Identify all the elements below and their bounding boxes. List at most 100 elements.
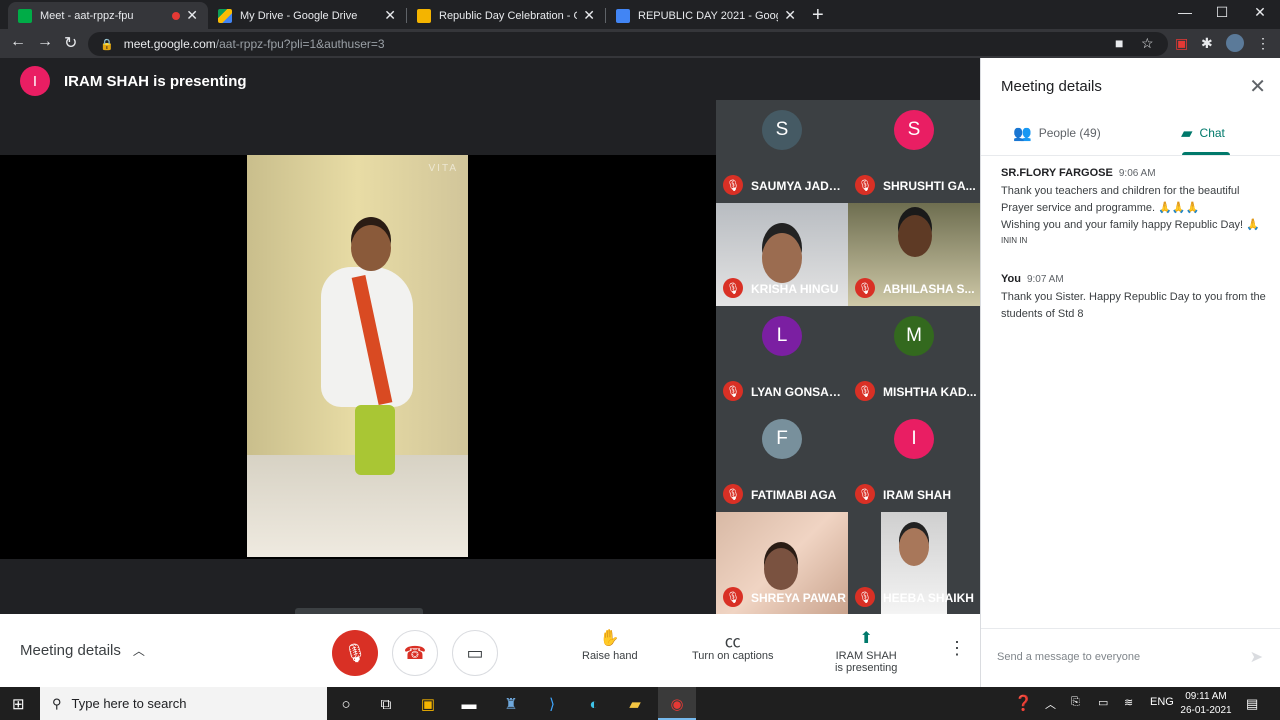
tab-slides[interactable]: Republic Day Celebration - Goog ✕ — [407, 2, 605, 29]
file-explorer-icon[interactable]: ▰ — [625, 694, 645, 714]
chat-message: You 9:07 AM Thank you Sister. Happy Repub… — [1001, 273, 1266, 323]
browser-tab-strip: Meet - aat-rppz-fpu ✕ My Drive - Google … — [0, 0, 1280, 29]
close-panel-icon[interactable]: ✕ — [1249, 74, 1266, 99]
participant-tile[interactable]: F 🎙 FATIMABI AGA — [716, 409, 848, 512]
message-text: Thank you teachers and children for the … — [1001, 185, 1240, 197]
end-call-icon: ☎ — [403, 642, 427, 663]
dancer-legs — [355, 405, 395, 475]
camera-icon[interactable]: ■ — [1115, 35, 1123, 51]
search-icon: ⚲ — [52, 695, 62, 711]
taskbar-search[interactable]: ⚲ Type here to search — [40, 687, 327, 720]
meeting-details-toggle[interactable]: Meeting details ︿ — [20, 642, 145, 659]
more-options-icon[interactable]: ⋮ — [948, 638, 966, 659]
participant-tile[interactable]: S 🎙 SHRUSHTI GA... — [848, 100, 980, 203]
send-icon[interactable]: ➤ — [1250, 647, 1263, 667]
tab-meet[interactable]: Meet - aat-rppz-fpu ✕ — [8, 2, 208, 29]
chat-message: SR.FLORY FARGOSE 9:06 AM Thank you teache… — [1001, 167, 1266, 245]
participant-avatar: F — [762, 419, 802, 459]
mic-off-icon: 🎙 — [723, 484, 743, 504]
tab-docs[interactable]: REPUBLIC DAY 2021 - Google Do ✕ — [606, 2, 806, 29]
tray-chevron-up-icon[interactable]: ︿ — [1045, 696, 1056, 712]
clock-date: 26-01-2021 — [1180, 705, 1232, 716]
close-tab-icon[interactable]: ✕ — [384, 7, 396, 24]
camera-button[interactable]: ▭ — [452, 630, 498, 676]
cortana-icon[interactable]: ○ — [336, 694, 356, 714]
clock-time: 09:11 AM — [1185, 691, 1227, 702]
participant-name: HEEBA SHAIKH — [883, 591, 974, 605]
browser-toolbar: ← → ↻ 🔒 meet.google.com /aat-rppz-fpu?pl… — [0, 29, 1280, 58]
message-sender: SR.FLORY FARGOSE — [1001, 167, 1113, 179]
back-icon[interactable]: ← — [10, 33, 26, 51]
forward-icon[interactable]: → — [37, 33, 53, 51]
close-tab-icon[interactable]: ✕ — [186, 7, 198, 24]
participant-tile[interactable]: 🎙 SHREYA PAWAR — [716, 512, 848, 615]
video-watermark: VITA — [428, 163, 458, 174]
extension-icon[interactable]: ▣ — [1175, 35, 1188, 52]
raise-hand-label: Raise hand — [582, 650, 638, 662]
participant-tile[interactable]: 🎙 HEEBA SHAIKH — [848, 512, 980, 615]
chrome-icon[interactable]: ◉ — [667, 694, 687, 714]
chat-compose: Send a message to everyone ➤ — [981, 628, 1280, 687]
tab-title: Meet - aat-rppz-fpu — [40, 9, 134, 22]
taskbar-clock[interactable]: 09:11 AM 26-01-2021 — [1176, 690, 1236, 718]
panel-title: Meeting details — [1001, 78, 1102, 95]
browser-menu-icon[interactable]: ⋮ — [1256, 35, 1270, 52]
vscode-icon[interactable]: ⟩ — [542, 694, 562, 714]
present-line1: IRAM SHAH — [835, 650, 897, 662]
mic-off-icon: 🎙 — [855, 278, 875, 298]
presented-video: VITA — [247, 155, 468, 557]
bookmark-star-icon[interactable]: ☆ — [1141, 35, 1154, 52]
close-window-icon[interactable]: ✕ — [1245, 4, 1275, 21]
help-icon[interactable]: ❓ — [1014, 694, 1033, 712]
close-tab-icon[interactable]: ✕ — [784, 7, 796, 24]
microphone-button[interactable]: 🎙 — [332, 630, 378, 676]
message-text: ININ IN — [1001, 236, 1028, 245]
message-text: Wishing you and your family happy Republ… — [1001, 219, 1260, 231]
usb-icon[interactable]: ⎘ — [1071, 696, 1080, 709]
participant-tile[interactable]: 🎙 ABHILASHA S... — [848, 203, 980, 306]
participant-tile[interactable]: 🎙 KRISHA HINGU — [716, 203, 848, 306]
slides-favicon-icon — [417, 8, 431, 23]
participant-tile[interactable]: S 🎙 SAUMYA JADH... — [716, 100, 848, 203]
terminal-icon[interactable]: ▬ — [459, 694, 479, 714]
participant-name: SHREYA PAWAR — [751, 591, 846, 605]
presenting-button[interactable]: ⬆ IRAM SHAH is presenting — [835, 628, 897, 674]
store-icon[interactable]: ▣ — [418, 694, 438, 714]
tab-drive[interactable]: My Drive - Google Drive ✕ — [208, 2, 406, 29]
battery-icon[interactable]: ▭ — [1098, 696, 1108, 709]
leave-call-button[interactable]: ☎ — [392, 630, 438, 676]
mic-off-icon: 🎙 — [343, 642, 367, 663]
maximize-icon[interactable]: ☐ — [1207, 4, 1237, 21]
windows-taskbar: ⊞ ⚲ Type here to search ○ ⧉ ▣ ▬ ♜ ⟩ ◐ ▰ … — [0, 687, 1280, 720]
close-tab-icon[interactable]: ✕ — [583, 7, 595, 24]
participant-avatar: S — [762, 110, 802, 150]
tab-chat[interactable]: ▰ Chat — [1181, 124, 1225, 142]
participant-avatar: L — [762, 316, 802, 356]
reload-icon[interactable]: ↻ — [64, 33, 77, 53]
tab-people[interactable]: 👥 People (49) — [1013, 124, 1101, 142]
task-view-icon[interactable]: ⧉ — [376, 694, 396, 714]
profile-avatar[interactable] — [1226, 34, 1244, 52]
wifi-icon[interactable]: ≋ — [1124, 696, 1133, 709]
extensions-puzzle-icon[interactable]: ✱ — [1201, 35, 1213, 52]
participant-name: SAUMYA JADH... — [751, 179, 846, 193]
participant-tile[interactable]: L 🎙 LYAN GONSALV... — [716, 306, 848, 409]
raise-hand-button[interactable]: ✋ Raise hand — [582, 628, 638, 662]
notifications-icon[interactable]: ▤ — [1246, 696, 1258, 712]
hand-icon: ✋ — [599, 630, 620, 647]
address-bar[interactable]: 🔒 meet.google.com /aat-rppz-fpu?pli=1&au… — [88, 32, 1168, 56]
chat-message-input[interactable]: Send a message to everyone — [997, 651, 1140, 663]
participant-grid: S 🎙 SAUMYA JADH... S 🎙 SHRUSHTI GA... 🎙 … — [716, 100, 980, 615]
captions-button[interactable]: ㏄ Turn on captions — [692, 628, 774, 662]
mic-off-icon: 🎙 — [723, 278, 743, 298]
windows-start-icon[interactable]: ⊞ — [12, 695, 25, 713]
message-header: You 9:07 AM — [1001, 273, 1266, 285]
mic-off-icon: 🎙 — [723, 587, 743, 607]
participant-tile[interactable]: M 🎙 MISHTHA KAD... — [848, 306, 980, 409]
minimize-icon[interactable]: — — [1170, 4, 1200, 20]
edge-icon[interactable]: ◐ — [584, 694, 604, 714]
new-tab-button[interactable]: + — [812, 4, 824, 27]
language-indicator[interactable]: ENG — [1150, 696, 1174, 708]
participant-tile[interactable]: I 🎙 IRAM SHAH — [848, 409, 980, 512]
database-icon[interactable]: ♜ — [501, 694, 521, 714]
